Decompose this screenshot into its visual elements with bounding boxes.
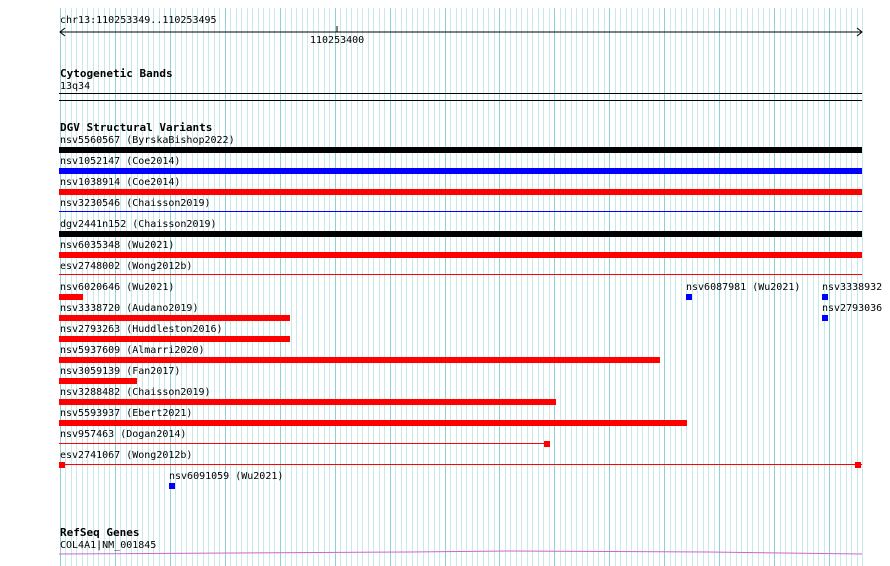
variant-bar[interactable] — [59, 357, 660, 363]
variant-bar[interactable] — [59, 168, 862, 174]
variant-label[interactable]: nsv5593937 (Ebert2021) — [60, 408, 192, 419]
variant-bar[interactable] — [59, 231, 862, 237]
cytoband-bottom-line — [59, 100, 862, 101]
variant-dot[interactable] — [822, 315, 828, 321]
dgv-track-title[interactable]: DGV Structural Variants — [60, 122, 212, 134]
variant-label[interactable]: esv2748002 (Wong2012b) — [60, 261, 192, 272]
cytoband-label: 13q34 — [60, 81, 91, 92]
variant-bar[interactable] — [59, 252, 862, 258]
variant-line[interactable] — [59, 464, 862, 465]
variant-end-block[interactable] — [855, 462, 861, 468]
variant-label[interactable]: nsv3230546 (Chaisson2019) — [60, 198, 211, 209]
variant-label[interactable]: nsv3338932 — [822, 282, 882, 293]
cytoband-top-line — [59, 93, 862, 94]
variant-label[interactable]: nsv6087981 (Wu2021) — [686, 282, 800, 293]
variant-bar[interactable] — [59, 399, 556, 405]
cytoband-track-title[interactable]: Cytogenetic Bands — [60, 68, 173, 80]
refseq-track-title[interactable]: RefSeq Genes — [60, 527, 139, 539]
variant-label[interactable]: nsv6020646 (Wu2021) — [60, 282, 174, 293]
variant-bar[interactable] — [59, 420, 687, 426]
variant-label[interactable]: nsv5937609 (Almarri2020) — [60, 345, 205, 356]
variant-label[interactable]: esv2741067 (Wong2012b) — [60, 450, 192, 461]
variant-label[interactable]: nsv3338720 (Audano2019) — [60, 303, 198, 314]
variant-bar[interactable] — [59, 294, 83, 300]
variant-line[interactable] — [59, 443, 549, 444]
variant-label[interactable]: nsv2793036 — [822, 303, 882, 314]
variant-line[interactable] — [59, 211, 862, 212]
gene-model[interactable] — [59, 548, 862, 558]
variant-label[interactable]: nsv957463 (Dogan2014) — [60, 429, 186, 440]
variant-label[interactable]: nsv5560567 (ByrskaBishop2022) — [60, 135, 235, 146]
variant-bar[interactable] — [59, 189, 862, 195]
variant-bar[interactable] — [59, 336, 290, 342]
variant-end-block[interactable] — [59, 462, 65, 468]
variant-line[interactable] — [59, 274, 862, 275]
variant-label[interactable]: nsv6035348 (Wu2021) — [60, 240, 174, 251]
variant-bar[interactable] — [59, 378, 137, 384]
variant-label[interactable]: nsv1038914 (Coe2014) — [60, 177, 180, 188]
variant-dot[interactable] — [822, 294, 828, 300]
variant-dot[interactable] — [686, 294, 692, 300]
variant-label[interactable]: nsv6091059 (Wu2021) — [169, 471, 283, 482]
variant-label[interactable]: dgv2441n152 (Chaisson2019) — [60, 219, 217, 230]
variant-label[interactable]: nsv3059139 (Fan2017) — [60, 366, 180, 377]
variant-end-block[interactable] — [544, 441, 550, 447]
variant-label[interactable]: nsv2793263 (Huddleston2016) — [60, 324, 223, 335]
variant-bar[interactable] — [59, 315, 290, 321]
variant-dot[interactable] — [169, 483, 175, 489]
variant-label[interactable]: nsv1052147 (Coe2014) — [60, 156, 180, 167]
locus-label: chr13:110253349..110253495 — [60, 15, 217, 26]
variant-bar[interactable] — [59, 147, 862, 153]
ruler-tick-label: 110253400 — [310, 35, 365, 46]
variant-label[interactable]: nsv3288482 (Chaisson2019) — [60, 387, 211, 398]
ruler[interactable] — [58, 26, 866, 40]
